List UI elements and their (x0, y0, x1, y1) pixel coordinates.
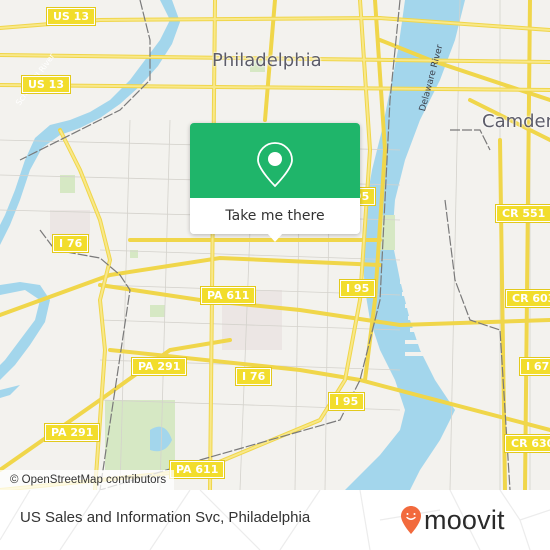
road-shield: CR 630 (503, 434, 550, 453)
road-shield: CR 603 (504, 289, 550, 308)
city-label-philadelphia: Philadelphia (212, 50, 322, 71)
take-me-there-button[interactable]: Take me there (190, 198, 360, 234)
footer-bar: US Sales and Information Svc, Philadelph… (0, 490, 550, 550)
moovit-logo[interactable]: moovit (400, 502, 505, 538)
road-shield: I 676 (519, 357, 550, 376)
schuylkill-lower (0, 385, 20, 398)
road-shield: PA 611 (168, 460, 226, 479)
popup-pointer (267, 233, 283, 242)
location-popup: Take me there (190, 123, 360, 242)
road-shield: CR 551 (494, 204, 550, 223)
location-pin-icon (257, 142, 293, 188)
road-shield: I 76 (234, 367, 273, 386)
brand-wordmark: moovit (424, 504, 505, 535)
map-attribution[interactable]: © OpenStreetMap contributors (0, 470, 175, 490)
moovit-pin-logo-icon (401, 506, 421, 534)
road-shield: US 13 (21, 75, 71, 94)
road-shield: US 13 (46, 7, 96, 26)
map-view[interactable]: Philadelphia Camden Schuylkill River Del… (0, 0, 550, 490)
road-shield: I 76 (51, 234, 90, 253)
road-shield: PA 291 (43, 423, 101, 442)
road-shield: PA 291 (130, 357, 188, 376)
popup-header (190, 123, 360, 198)
city-label-camden: Camden (482, 111, 550, 132)
road-shield: PA 611 (199, 286, 257, 305)
road-shield: I 95 (338, 279, 377, 298)
place-name: US Sales and Information Svc, Philadelph… (20, 509, 311, 526)
road-shield: I 95 (327, 392, 366, 411)
schuylkill-river (0, 0, 180, 245)
map-card: Philadelphia Camden Schuylkill River Del… (0, 0, 550, 550)
schuylkill-river-south (0, 282, 50, 380)
